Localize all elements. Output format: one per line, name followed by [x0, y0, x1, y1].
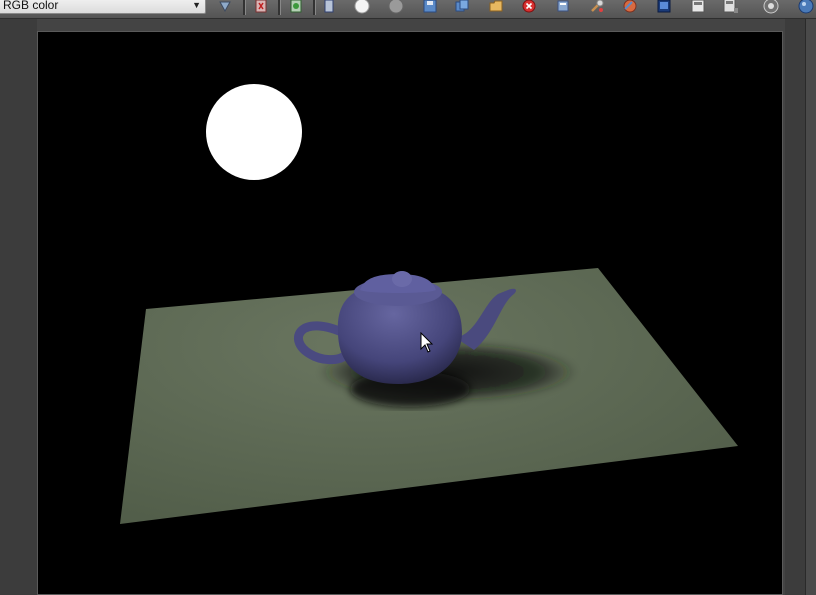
rendered-scene [120, 84, 738, 524]
mouse-cursor-icon [420, 332, 434, 353]
vertical-scrollbar[interactable] [805, 19, 816, 595]
settings-icon[interactable] [762, 0, 779, 14]
save-image-icon[interactable] [421, 0, 438, 14]
light-sphere [206, 84, 302, 180]
display-icon[interactable] [655, 0, 672, 14]
toolbar-separator [243, 0, 246, 15]
frame-buffer-toolbar: RGB color ▼ [0, 0, 816, 19]
color-picker-icon[interactable] [621, 0, 638, 14]
toolbar-separator [313, 0, 316, 15]
render-viewport[interactable] [37, 31, 783, 595]
left-panel [0, 19, 37, 595]
tools-icon[interactable] [588, 0, 605, 14]
panel-options-icon[interactable] [722, 0, 739, 14]
red-channel-icon[interactable] [252, 0, 269, 14]
render-icon[interactable] [797, 0, 814, 14]
clear-icon[interactable] [520, 0, 537, 14]
gray-swatch-icon[interactable] [387, 0, 404, 14]
chevron-down-icon: ▼ [192, 0, 201, 10]
print-icon[interactable] [554, 0, 571, 14]
copy-image-icon[interactable] [453, 0, 470, 14]
panel-icon[interactable] [689, 0, 706, 14]
blue-channel-icon[interactable] [320, 0, 337, 14]
channel-dropdown-label: RGB color [3, 0, 59, 12]
clone-frame-icon[interactable] [487, 0, 504, 14]
green-channel-icon[interactable] [287, 0, 304, 14]
channel-dropdown[interactable]: RGB color ▼ [0, 0, 206, 14]
toolbar-separator [278, 0, 281, 15]
teapot-knob [392, 271, 412, 287]
display-alpha-icon[interactable] [216, 0, 233, 14]
white-swatch-icon[interactable] [353, 0, 370, 14]
